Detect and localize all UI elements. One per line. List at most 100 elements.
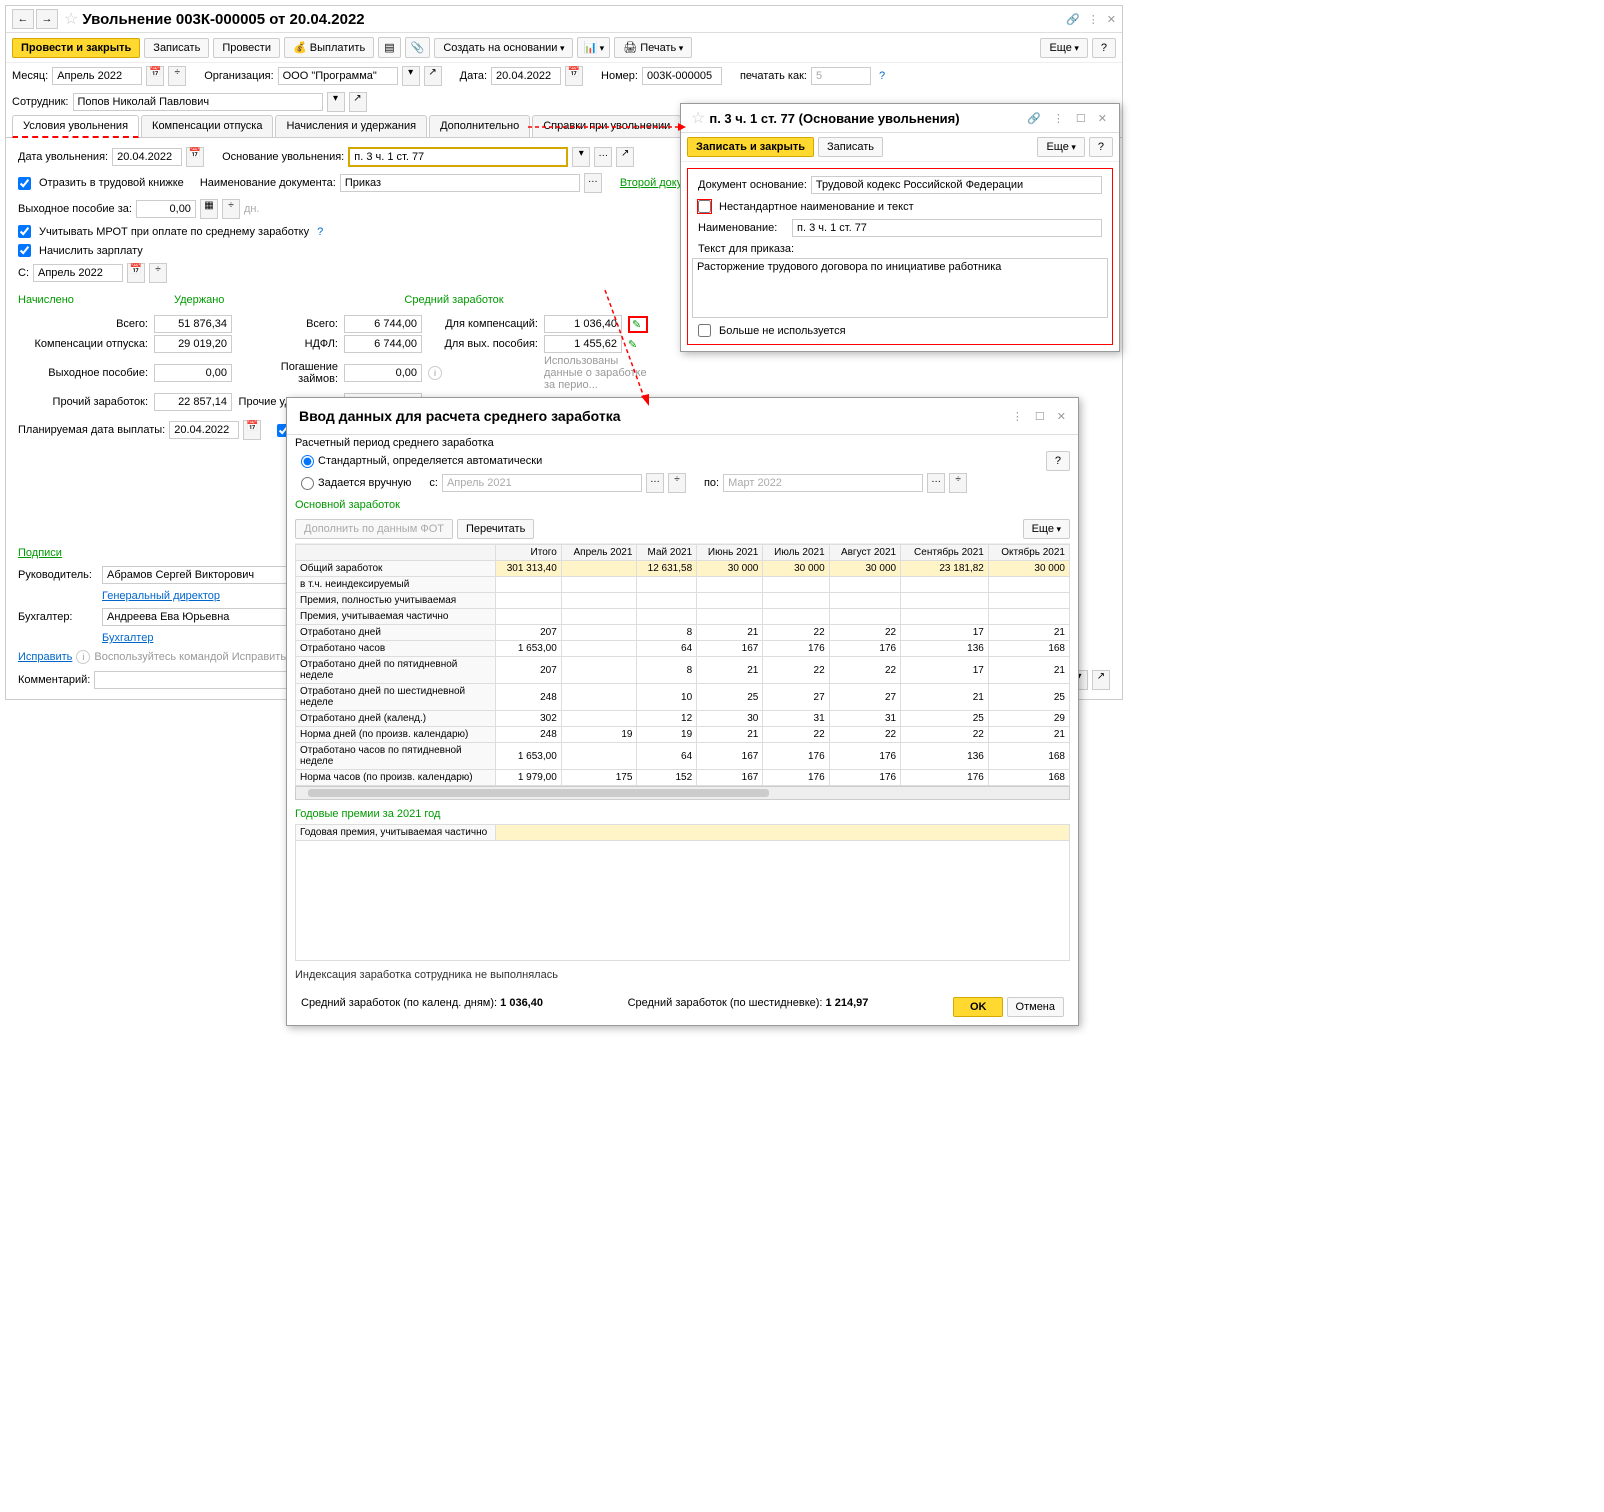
from-calendar-button[interactable]: 📅 bbox=[127, 263, 145, 283]
annual-table[interactable]: Годовая премия, учитываемая частично bbox=[295, 824, 1070, 841]
org-dropdown-button[interactable]: ▾ bbox=[402, 66, 420, 86]
employee-dropdown-button[interactable]: ▾ bbox=[327, 92, 345, 112]
org-open-button[interactable]: ↗ bbox=[424, 66, 442, 86]
accountant-pos-link[interactable]: Бухгалтер bbox=[102, 632, 153, 644]
basis-input[interactable] bbox=[348, 147, 568, 167]
comp-input[interactable] bbox=[544, 315, 622, 333]
save-button[interactable]: Записать bbox=[144, 38, 209, 58]
date-calendar-button[interactable]: 📅 bbox=[565, 66, 583, 86]
recalc-button[interactable]: Перечитать bbox=[457, 519, 534, 539]
month-calendar-button[interactable]: 📅 bbox=[146, 66, 164, 86]
employee-open-button[interactable]: ↗ bbox=[349, 92, 367, 112]
org-input[interactable] bbox=[278, 67, 398, 85]
dismiss-date-input[interactable] bbox=[112, 148, 182, 166]
post-button[interactable]: Провести bbox=[213, 38, 280, 58]
popup1-more-button[interactable]: Еще bbox=[1037, 137, 1084, 157]
from-input[interactable] bbox=[33, 264, 123, 282]
month-updown-button[interactable]: ÷ bbox=[168, 66, 186, 86]
mrot-checkbox[interactable] bbox=[18, 225, 31, 238]
comp-edit-icon[interactable]: ✎ bbox=[628, 316, 648, 333]
docname-ellipsis-button[interactable]: … bbox=[584, 173, 602, 193]
comment-open-button[interactable]: ↗ bbox=[1092, 670, 1110, 690]
workbook-checkbox[interactable] bbox=[18, 177, 31, 190]
popup2-help-button[interactable]: ? bbox=[1046, 451, 1070, 471]
manager-pos-link[interactable]: Генеральный директор bbox=[102, 590, 220, 602]
radio-standard[interactable] bbox=[301, 455, 314, 468]
nav-forward-button[interactable]: → bbox=[36, 9, 58, 29]
mrot-help[interactable]: ? bbox=[317, 226, 323, 238]
popup1-save-button[interactable]: Записать bbox=[818, 137, 883, 157]
kebab-icon[interactable]: ⋮ bbox=[1088, 13, 1099, 26]
name-input[interactable] bbox=[792, 219, 1102, 237]
dismiss-date-calendar-button[interactable]: 📅 bbox=[186, 147, 204, 167]
print-as-input[interactable] bbox=[811, 67, 871, 85]
popup1-link-icon[interactable]: 🔗 bbox=[1027, 112, 1041, 125]
tab-additional[interactable]: Дополнительно bbox=[429, 115, 530, 137]
not-used-checkbox[interactable] bbox=[698, 324, 711, 337]
total2-input[interactable] bbox=[344, 315, 422, 333]
info-icon[interactable]: i bbox=[428, 366, 442, 380]
popup1-star-icon[interactable]: ☆ bbox=[691, 108, 705, 128]
komp-otp-input[interactable] bbox=[154, 335, 232, 353]
popup2-close-icon[interactable]: ✕ bbox=[1057, 410, 1066, 423]
proch-input[interactable] bbox=[154, 393, 232, 411]
tab-accruals[interactable]: Начисления и удержания bbox=[275, 115, 427, 137]
popup1-kebab-icon[interactable]: ⋮ bbox=[1053, 112, 1064, 125]
popup2-maximize-icon[interactable]: ☐ bbox=[1035, 410, 1045, 423]
report-icon-button[interactable]: 📊 bbox=[577, 37, 610, 58]
doc-basis-input[interactable] bbox=[811, 176, 1102, 194]
print-button[interactable]: 🖨 Печать bbox=[614, 37, 692, 58]
attach-icon-button[interactable]: 📎 bbox=[405, 37, 431, 58]
date-input[interactable] bbox=[491, 67, 561, 85]
vyh-pos-edit-icon[interactable]: ✎ bbox=[628, 338, 648, 351]
tab-compensation[interactable]: Компенсации отпуска bbox=[141, 115, 273, 137]
from-updown-button[interactable]: ÷ bbox=[149, 263, 167, 283]
print-as-help[interactable]: ? bbox=[879, 70, 885, 82]
popup1-save-close-button[interactable]: Записать и закрыть bbox=[687, 137, 814, 157]
create-based-button[interactable]: Создать на основании bbox=[434, 38, 573, 58]
help-button[interactable]: ? bbox=[1092, 38, 1116, 58]
popup1-close-icon[interactable]: ✕ bbox=[1098, 112, 1107, 125]
vyh-pos-input[interactable] bbox=[544, 335, 622, 353]
employee-input[interactable] bbox=[73, 93, 323, 111]
table-hscroll[interactable] bbox=[295, 786, 1070, 800]
tab-certificates[interactable]: Справки при увольнении bbox=[532, 115, 681, 137]
fix-link[interactable]: Исправить bbox=[18, 651, 72, 663]
cancel-button[interactable]: Отмена bbox=[1007, 997, 1064, 1017]
ok-button[interactable]: OK bbox=[953, 997, 1004, 1017]
earnings-table[interactable]: ИтогоАпрель 2021Май 2021Июнь 2021Июль 20… bbox=[295, 544, 1070, 786]
popup1-maximize-icon[interactable]: ☐ bbox=[1076, 112, 1086, 125]
ndfl-input[interactable] bbox=[344, 335, 422, 353]
pogash-input[interactable] bbox=[344, 364, 422, 382]
severance-calc-button[interactable]: ▦ bbox=[200, 199, 218, 219]
popup2-kebab-icon[interactable]: ⋮ bbox=[1012, 410, 1023, 423]
tab-conditions[interactable]: Условия увольнения bbox=[12, 115, 139, 138]
close-icon[interactable]: ✕ bbox=[1107, 13, 1116, 26]
link-icon[interactable]: 🔗 bbox=[1066, 13, 1080, 26]
plan-date-input[interactable] bbox=[169, 421, 239, 439]
pay-button[interactable]: 💰 Выплатить bbox=[284, 37, 374, 58]
severance-updown-button[interactable]: ÷ bbox=[222, 199, 240, 219]
list-icon-button[interactable]: ▤ bbox=[378, 37, 400, 58]
more-button[interactable]: Еще bbox=[1040, 38, 1087, 58]
accrue-checkbox[interactable] bbox=[18, 244, 31, 257]
month-input[interactable] bbox=[52, 67, 142, 85]
plan-date-calendar-button[interactable]: 📅 bbox=[243, 420, 261, 440]
basis-open-button[interactable]: ↗ bbox=[616, 147, 634, 167]
star-icon[interactable]: ☆ bbox=[64, 9, 78, 29]
total1-input[interactable] bbox=[154, 315, 232, 333]
docname-input[interactable] bbox=[340, 174, 580, 192]
severance-input[interactable] bbox=[136, 200, 196, 218]
vyh-input[interactable] bbox=[154, 364, 232, 382]
order-text-input[interactable] bbox=[692, 258, 1108, 318]
popup2-more-button[interactable]: Еще bbox=[1023, 519, 1070, 539]
nav-back-button[interactable]: ← bbox=[12, 9, 34, 29]
radio-manual[interactable] bbox=[301, 477, 314, 490]
post-close-button[interactable]: Провести и закрыть bbox=[12, 38, 140, 58]
nonstd-checkbox[interactable] bbox=[698, 200, 711, 213]
basis-dropdown-button[interactable]: ▾ bbox=[572, 147, 590, 167]
fix-info-icon[interactable]: i bbox=[76, 650, 90, 664]
basis-ellipsis-button[interactable]: … bbox=[594, 147, 612, 167]
popup1-help-button[interactable]: ? bbox=[1089, 137, 1113, 157]
number-input[interactable] bbox=[642, 67, 722, 85]
